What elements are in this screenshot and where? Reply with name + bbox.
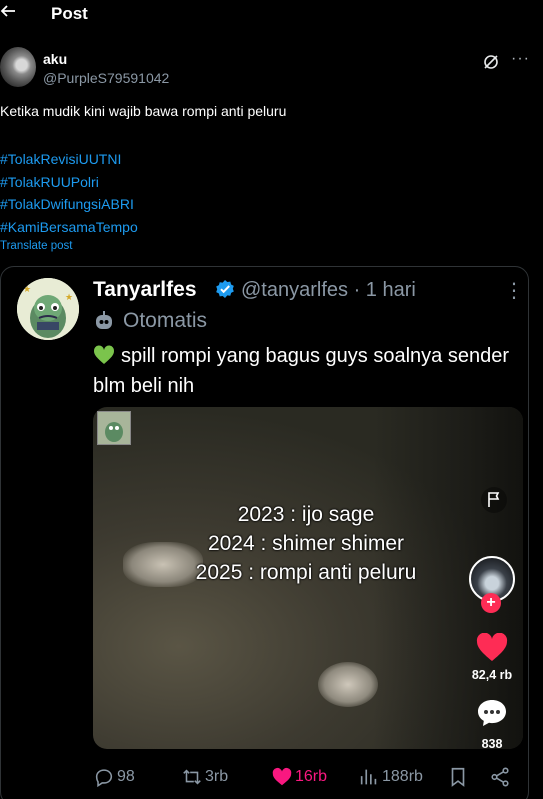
reply-count: 98 <box>117 768 135 785</box>
automated-label: Otomatis <box>123 309 208 332</box>
post-text: Ketika mudik kini wajib bawa rompi anti … <box>0 103 287 119</box>
author-handle[interactable]: @PurpleS79591042 <box>43 70 169 86</box>
share-icon <box>491 767 509 787</box>
video-caption: 2023 : ijo sage 2024 : shimer shimer 202… <box>153 500 459 587</box>
bookmark-icon <box>451 767 465 787</box>
heart-filled-icon <box>272 767 292 786</box>
bookmark-button[interactable] <box>447 762 471 792</box>
grok-icon[interactable] <box>482 53 500 71</box>
video-thumbnail-icon <box>97 411 131 445</box>
quote-text: spill rompi yang bagus guys soalnya send… <box>93 341 513 401</box>
hashtag-link[interactable]: #TolakDwifungsiABRI <box>0 193 138 216</box>
repost-icon <box>183 769 201 785</box>
like-count: 16rb <box>295 768 328 785</box>
translate-post-link[interactable]: Translate post <box>0 240 72 252</box>
post-author: aku @PurpleS79591042 ··· <box>0 47 543 91</box>
author-name[interactable]: aku <box>43 51 67 67</box>
reply-icon <box>95 769 113 788</box>
quote-video[interactable]: 2023 : ijo sage 2024 : shimer shimer 202… <box>93 407 523 749</box>
caption-line: 2023 : ijo sage <box>237 503 375 526</box>
hashtag-link[interactable]: #TolakRevisiUUTNI <box>0 148 138 171</box>
follow-plus-icon[interactable]: + <box>481 593 501 613</box>
quoted-post-card[interactable]: ★ ★ Tanyarlfes @tanyarlfes · 1 hari ⋮ Ot… <box>0 266 529 799</box>
share-button[interactable] <box>489 762 513 792</box>
caption-line: 2025 : rompi anti peluru <box>195 561 417 584</box>
flag-icon[interactable] <box>481 487 507 513</box>
svg-text:★: ★ <box>65 292 73 302</box>
verified-badge-icon <box>215 279 235 299</box>
top-bar: Post <box>0 0 543 30</box>
quote-author-handle[interactable]: @tanyarlfes · 1 hari <box>241 279 416 302</box>
repost-count: 3rb <box>205 768 229 785</box>
hashtag-list: #TolakRevisiUUTNI #TolakRUUPolri #TolakD… <box>0 148 138 238</box>
quote-text-content: spill rompi yang bagus guys soalnya send… <box>93 345 509 397</box>
quote-more-icon[interactable]: ⋮ <box>504 278 524 303</box>
views-count: 188rb <box>382 768 423 785</box>
automated-bot-icon <box>93 310 115 332</box>
video-like-count: 82,4 rb <box>471 668 513 682</box>
arrow-left-icon[interactable] <box>0 3 18 25</box>
comment-bubble-icon[interactable] <box>476 697 508 729</box>
hashtag-link[interactable]: #KamiBersamaTempo <box>0 216 138 239</box>
green-heart-icon <box>93 344 115 364</box>
quote-avatar[interactable]: ★ ★ <box>17 278 79 340</box>
views-button[interactable]: 188rb <box>358 762 423 792</box>
repost-button[interactable]: 3rb <box>181 762 228 792</box>
hashtag-link[interactable]: #TolakRUUPolri <box>0 171 138 194</box>
svg-text:★: ★ <box>23 284 31 294</box>
like-button[interactable]: 16rb <box>271 762 327 792</box>
reply-button[interactable]: 98 <box>93 762 135 792</box>
views-bar-chart-icon <box>360 769 377 785</box>
caption-line: 2024 : shimer shimer <box>207 532 405 555</box>
post-action-bar: 98 3rb 16rb 188rb <box>0 762 543 792</box>
avatar[interactable] <box>0 47 36 87</box>
heart-icon[interactable] <box>476 632 508 663</box>
video-background <box>318 662 378 707</box>
video-comment-count: 838 <box>481 737 503 749</box>
page-title: Post <box>51 4 88 23</box>
quote-author-name[interactable]: Tanyarlfes <box>93 278 197 302</box>
more-options-icon[interactable]: ··· <box>511 50 530 68</box>
